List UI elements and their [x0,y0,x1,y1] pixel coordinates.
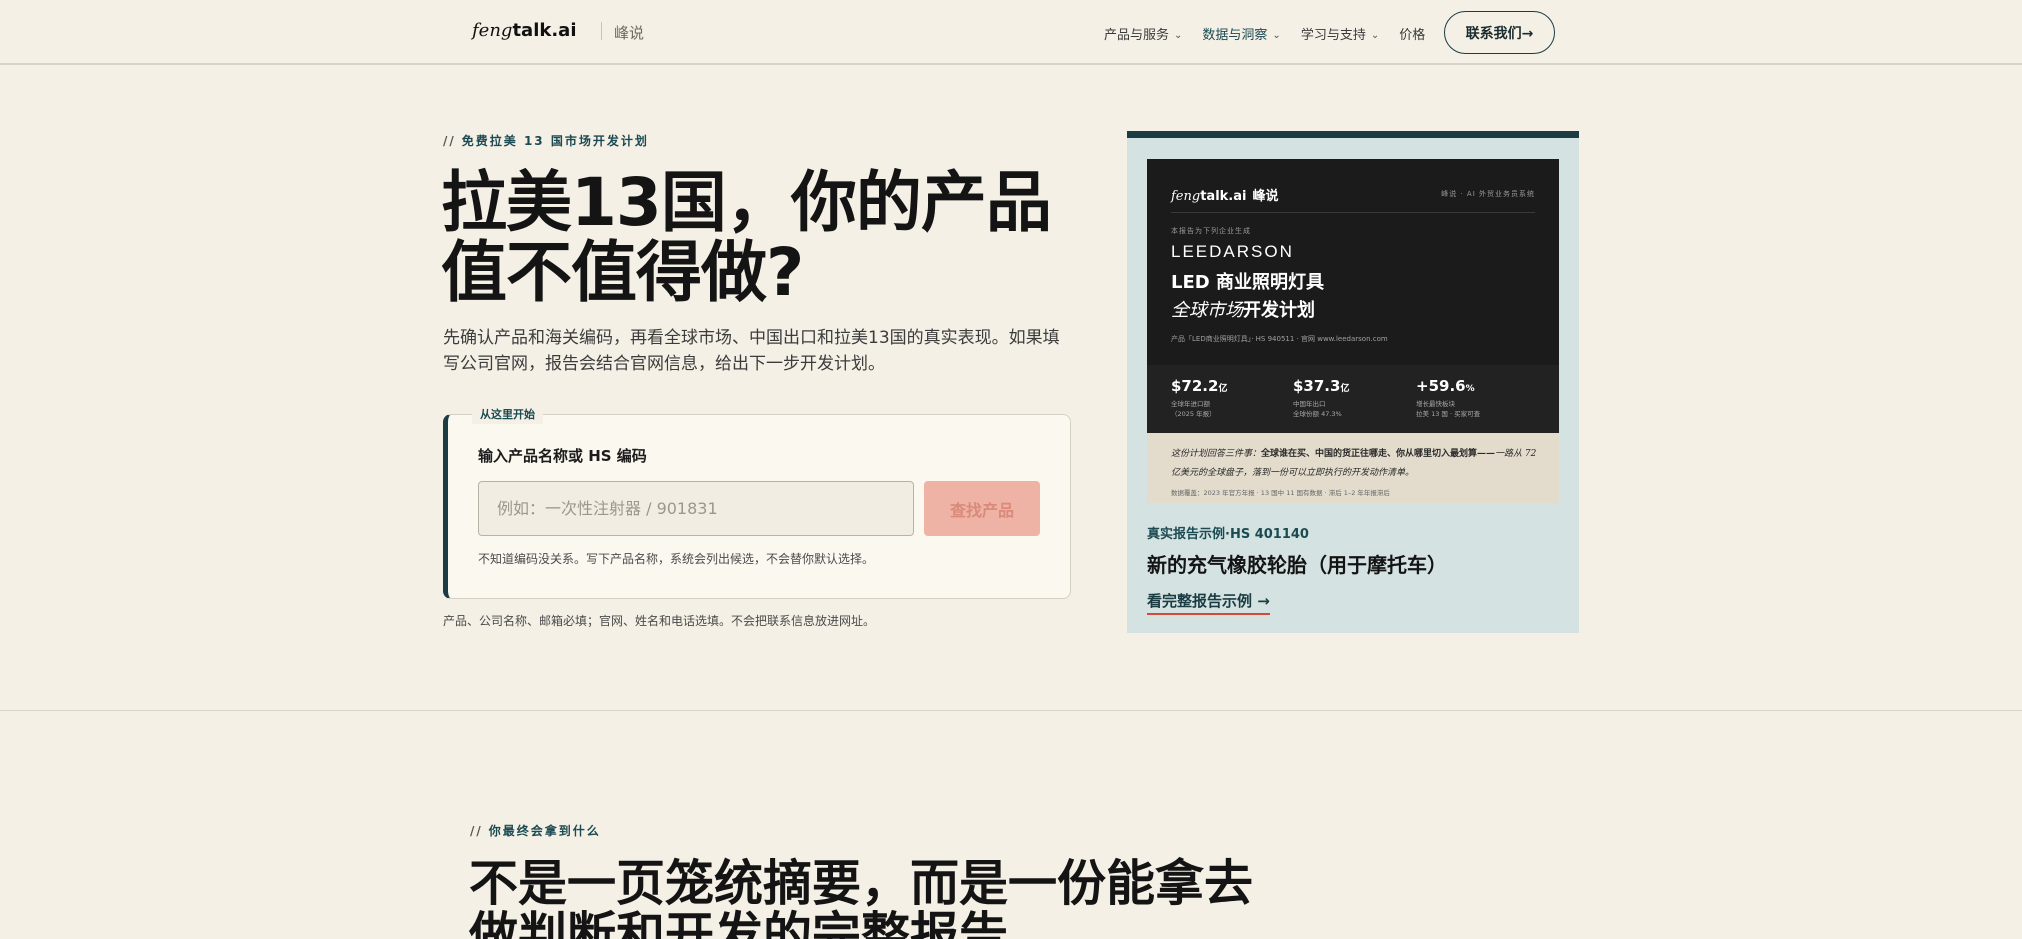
logo-italic: feng [472,20,513,41]
top-nav: fengtalk.ai 峰说 产品与服务 ⌄ 数据与洞察 ⌄ 学习与支持 ⌄ 价… [0,0,2022,65]
nav-item-label: 数据与洞察 [1202,27,1268,43]
eyebrow-slashes: // [470,824,483,838]
report-thumbnail[interactable]: fengtalk.ai 峰说 峰说 · AI 外贸业务员系统 本报告为下列企业生成… [1147,159,1559,503]
hero-title: 拉美13国，你的产品值不值得做? [441,164,1052,311]
nav-links: 产品与服务 ⌄ 数据与洞察 ⌄ 学习与支持 ⌄ 价格 [1104,23,1445,43]
chevron-down-icon: ⌄ [1272,29,1281,41]
stat-label: 中国年出口 [1293,400,1326,408]
section2-eyebrow: // 你最终会拿到什么 [470,822,601,839]
report-summary: 这份计划回答三件事：全球谁在买、中国的货正往哪走、你从哪里切入最划算——一路从 … [1147,433,1559,503]
nav-divider [601,22,602,40]
report-meta: 产品「LED商业照明灯具」· HS 940511 · 官网 www.leedar… [1171,335,1388,343]
nav-item-learning[interactable]: 学习与支持 ⌄ [1301,24,1379,43]
logo-bold: talk.ai [512,20,577,41]
section2-title: 不是一页笼统摘要，而是一份能拿去做判断和开发的完整报告 [469,855,1254,939]
nav-item-data[interactable]: 数据与洞察 ⌄ [1202,24,1280,43]
eyebrow-text: 免费拉美 13 国市场开发计划 [461,134,649,148]
stat-sublabel: （2025 年报） [1171,410,1216,418]
form-label: 输入产品名称或 HS 编码 [478,447,647,465]
nav-item-pricing[interactable]: 价格 [1399,24,1425,43]
find-product-button[interactable]: 查找产品 [924,481,1040,536]
report-logo-italic: feng [1171,189,1201,204]
report-title-bold: 开发计划 [1243,300,1315,321]
report-stat: $72.2亿 全球年进口额 （2025 年报） [1171,377,1227,419]
report-title-italic: 全球市场 [1171,300,1243,321]
nav-item-label: 价格 [1399,27,1426,43]
summary-italic: 这份计划回答三件事： [1171,449,1262,459]
report-company-logo: LEEDARSON [1171,242,1294,261]
stat-label: 全球年进口额 [1171,400,1210,408]
eyebrow-text: 你最终会拿到什么 [488,824,601,838]
report-stat: +59.6% 增长最快板块拉美 13 国 · 买家可查 [1416,377,1480,419]
site-logo[interactable]: fengtalk.ai [472,20,576,41]
report-summary-text: 这份计划回答三件事：全球谁在买、中国的货正往哪走、你从哪里切入最划算——一路从 … [1171,445,1543,483]
report-logo: fengtalk.ai 峰说 [1171,185,1278,204]
stat-value: +59.6 [1416,377,1466,395]
legal-note: 产品、公司名称、邮箱必填；官网、姓名和电话选填。不会把联系信息放进网址。 [443,614,876,628]
section-divider [0,710,2022,711]
preview-kicker: 真实报告示例·HS 401140 [1147,527,1309,542]
stat-value: $72.2 [1171,377,1219,395]
contact-button[interactable]: 联系我们→ [1444,11,1555,54]
eyebrow-slashes: // [443,134,456,148]
stat-unit: 亿 [1218,384,1228,394]
report-title-line1: LED 商业照明灯具 [1171,272,1324,293]
form-hint: 不知道编码没关系。写下产品名称，系统会列出候选，不会替你默认选择。 [478,552,875,566]
hero-eyebrow: // 免费拉美 13 国市场开发计划 [443,132,649,149]
chevron-down-icon: ⌄ [1370,29,1380,41]
product-search-input[interactable] [478,481,914,536]
form-tag: 从这里开始 [472,406,543,424]
chevron-down-icon: ⌄ [1174,29,1183,41]
stat-unit: % [1465,384,1475,394]
stat-sublabel: 拉美 13 国 · 买家可查 [1416,410,1481,418]
view-full-report-link[interactable]: 看完整报告示例 → [1147,590,1270,615]
report-divider [1171,212,1535,213]
report-logo-bold: talk.ai [1200,189,1247,204]
stat-value: $37.3 [1293,377,1341,395]
report-stats: $72.2亿 全球年进口额 （2025 年报） $37.3亿 中国年出口 全球份额 … [1147,365,1559,433]
nav-item-label: 产品与服务 [1104,27,1170,43]
brand-subtitle: 峰说 [614,24,645,42]
report-tagline: 峰说 · AI 外贸业务员系统 [1441,190,1535,198]
nav-item-label: 学习与支持 [1300,27,1366,43]
report-logo-cn: 峰说 [1252,189,1279,204]
hero-description: 先确认产品和海关编码，再看全球市场、中国出口和拉美13国的真实表现。如果填写公司… [443,328,1060,374]
summary-bold: 全球谁在买、中国的货正往哪走、你从哪里切入最划算—— [1261,449,1496,459]
report-stat: $37.3亿 中国年出口全球份额 47.3% [1293,377,1349,419]
report-source: 数据覆盖：2023 年官方年报 · 13 国中 11 国有数据 · 滞后 1–2… [1171,489,1390,497]
stat-unit: 亿 [1340,384,1350,394]
stat-sublabel: 全球份额 47.3% [1293,410,1342,418]
preview-title: 新的充气橡胶轮胎（用于摩托车） [1147,553,1447,577]
report-title-line2: 全球市场开发计划 [1171,296,1315,322]
report-prepared-for: 本报告为下列企业生成 [1171,227,1251,235]
nav-item-products[interactable]: 产品与服务 ⌄ [1104,24,1182,43]
stat-label: 增长最快板块 [1416,400,1455,408]
